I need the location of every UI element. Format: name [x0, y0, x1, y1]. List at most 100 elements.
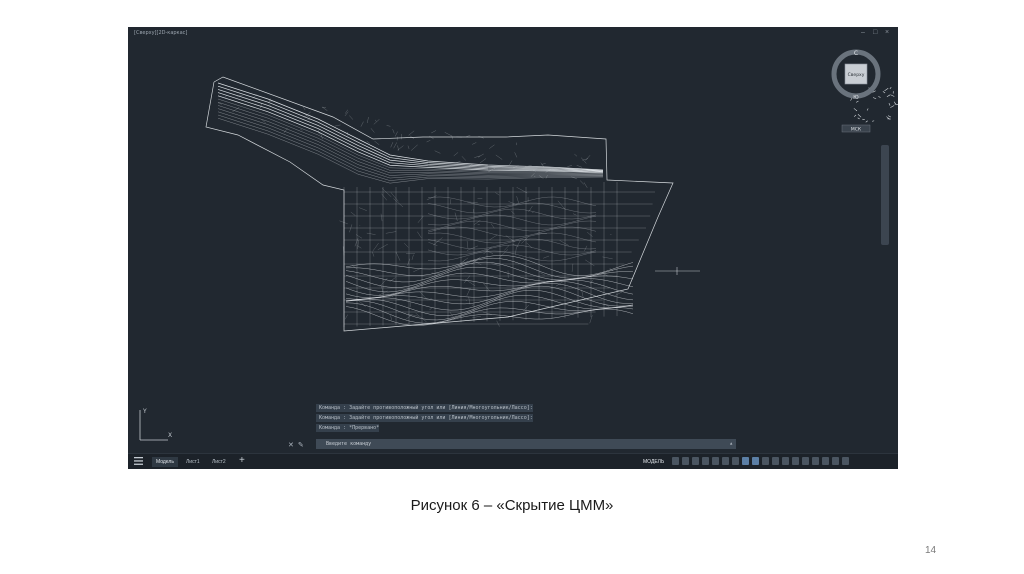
mesh-edge [574, 153, 578, 157]
mesh-edge [381, 193, 387, 201]
contour-line [427, 238, 597, 250]
cad-window: [Сверху][2D-каркас] – □ × С Ю Сверху МСК… [128, 27, 898, 469]
mesh-edge [394, 131, 398, 137]
mesh-edge [579, 180, 585, 185]
mesh-edge [890, 105, 895, 108]
lineweight-icon[interactable] [732, 457, 739, 465]
navigation-bar[interactable] [881, 145, 889, 245]
contour-line [217, 108, 604, 176]
polar-icon[interactable] [702, 457, 709, 465]
command-history: Команда : Задайте противоположный угол и… [316, 404, 736, 434]
mesh-edge [498, 249, 509, 259]
command-input[interactable]: Введите команду ▴ [316, 439, 736, 449]
mesh-edge [373, 119, 380, 125]
mesh-edge [472, 142, 477, 145]
tab-layout-2[interactable]: Лист2 [208, 457, 230, 467]
mesh-edge [571, 263, 574, 272]
mesh-edge [303, 106, 306, 111]
customize-icon[interactable] [842, 457, 849, 465]
maximize-button[interactable]: □ [873, 29, 877, 37]
contour-line [345, 257, 634, 279]
snap-icon[interactable] [682, 457, 689, 465]
contour-line [427, 244, 597, 256]
mesh-edge [407, 258, 411, 266]
mesh-edge [417, 216, 424, 223]
mesh-edge [479, 158, 487, 164]
contour-line [345, 261, 634, 283]
selection-icon[interactable] [752, 457, 759, 465]
mesh-edge [587, 232, 593, 237]
close-button[interactable]: × [885, 29, 889, 37]
tab-layout-1[interactable]: Лист1 [182, 457, 204, 467]
wcs-label: МСК [851, 127, 862, 133]
mesh-edge [375, 119, 377, 122]
contour-line [427, 226, 597, 238]
mesh-edge [541, 163, 546, 165]
contour-line [217, 89, 604, 172]
mesh-edge [461, 156, 466, 161]
workspace-icon[interactable] [792, 457, 799, 465]
customize-command-line-icon[interactable]: ✎ [298, 441, 304, 449]
scale-icon[interactable] [782, 457, 789, 465]
mesh-edge [515, 248, 517, 255]
settings-icon[interactable] [802, 457, 809, 465]
minimize-button[interactable]: – [861, 29, 865, 37]
model-space-button[interactable]: МОДЕЛЬ [640, 457, 667, 467]
add-layout-icon[interactable]: + [239, 455, 245, 467]
ortho-icon[interactable] [692, 457, 699, 465]
command-history-line: Команда : Задайте противоположный угол и… [316, 414, 533, 422]
tab-model[interactable]: Модель [152, 457, 178, 467]
gizmo-icon[interactable] [762, 457, 769, 465]
viewcube[interactable]: С Ю Сверху МСК [828, 47, 888, 137]
mesh-edge [557, 200, 566, 210]
osnap-icon[interactable] [712, 457, 719, 465]
mesh-edge [478, 153, 484, 158]
mesh-edge [344, 314, 348, 320]
mesh-edge [344, 111, 349, 117]
mesh-edge [380, 213, 383, 222]
chevron-up-icon[interactable]: ▴ [729, 439, 733, 449]
mesh-edge [404, 243, 409, 248]
otrack-icon[interactable] [722, 457, 729, 465]
mesh-edge [580, 157, 587, 164]
mesh-edge [354, 237, 359, 247]
mesh-edge [893, 101, 897, 105]
mesh-edge [370, 128, 375, 133]
plus-icon[interactable] [812, 457, 819, 465]
fullscreen-icon[interactable] [832, 457, 839, 465]
mesh-edge [390, 142, 394, 148]
mesh-edge [296, 110, 301, 113]
mesh-edge [379, 278, 388, 287]
contour-line [427, 250, 597, 262]
mesh-edge [572, 213, 577, 216]
annotation-icon[interactable] [772, 457, 779, 465]
menu-icon[interactable] [134, 457, 143, 465]
mesh-edge [514, 152, 518, 158]
mesh-edge [466, 245, 478, 251]
mesh-edge [345, 109, 348, 114]
close-command-line-icon[interactable]: ✕ [288, 441, 294, 449]
mesh-edge [483, 283, 490, 291]
mesh-edge [349, 115, 354, 120]
transparency-icon[interactable] [742, 457, 749, 465]
mesh-edge [411, 254, 414, 260]
grid-icon[interactable] [672, 457, 679, 465]
mesh-edge [583, 182, 588, 188]
contour-line [427, 196, 597, 208]
mesh-edge [474, 155, 481, 158]
compass-south-label: Ю [853, 95, 859, 101]
figure-caption: Рисунок 6 – «Скрытие ЦММ» [410, 497, 614, 514]
mesh-edge [510, 210, 515, 215]
mesh-edge [509, 160, 513, 166]
mesh-edge [372, 243, 379, 252]
mesh-edge [515, 240, 521, 249]
command-line-tools: ✕ ✎ [288, 439, 314, 450]
mesh-edge [463, 275, 471, 284]
mesh-edge [453, 152, 459, 156]
mesh-edge [405, 315, 412, 320]
mesh-edge [540, 162, 544, 167]
mesh-edge [392, 129, 395, 134]
isolate-icon[interactable] [822, 457, 829, 465]
mesh-edge [576, 165, 583, 168]
drawing-canvas[interactable] [128, 27, 898, 453]
